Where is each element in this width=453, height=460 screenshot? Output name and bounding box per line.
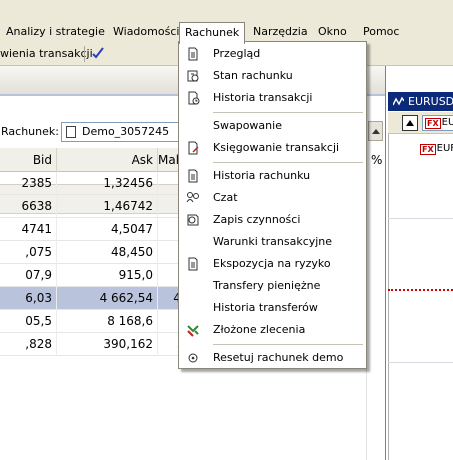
cell-ask: 4,5047 — [57, 218, 158, 241]
document-icon — [188, 257, 198, 271]
menu-separator — [213, 112, 363, 113]
collapse-button[interactable] — [368, 121, 383, 141]
menu-item-label: Księgowanie transakcji — [213, 141, 340, 154]
menu-item-label: Historia transakcji — [213, 91, 313, 104]
menu-rachunek[interactable]: Rachunek — [179, 22, 246, 44]
menu-narzedzia[interactable]: Narzędzia — [248, 22, 313, 42]
cell-bid: 2385 — [0, 172, 57, 195]
column-header-percent[interactable]: % — [371, 153, 382, 167]
checkmark-icon[interactable] — [91, 45, 105, 61]
menu-item-zlozone-zlecenia[interactable]: Złożone zlecenia — [179, 319, 366, 341]
chart-toolbar: FXEU — [388, 112, 453, 134]
menu-analizy[interactable]: Analizy i strategie — [1, 22, 110, 42]
menu-item-label: Ekspozycja na ryzyko — [213, 257, 331, 270]
account-status-icon — [187, 70, 199, 82]
menu-item-swapowanie[interactable]: Swapowanie — [179, 115, 366, 137]
menu-item-label: Transfery pieniężne — [213, 279, 321, 292]
account-select-value: Demo_3057245 — [82, 125, 170, 138]
chart-instrument-label: EUF — [436, 143, 453, 154]
account-label: Rachunek: — [1, 125, 59, 138]
document-icon — [188, 169, 198, 183]
menu-item-label: Złożone zlecenia — [213, 323, 306, 336]
reset-icon — [188, 353, 198, 363]
menu-separator — [213, 162, 363, 163]
chart-gridline — [388, 362, 453, 363]
menu-pomoc[interactable]: Pomoc — [358, 22, 404, 42]
menu-item-label: Zapis czynności — [213, 213, 301, 226]
menu-item-label: Stan rachunku — [213, 69, 293, 82]
chart-wave-icon — [393, 96, 404, 106]
menu-item-label: Przegląd — [213, 47, 261, 60]
toolbar-transaction-label[interactable]: wienia transakcji — [0, 47, 93, 60]
cell-bid: 07,9 — [0, 264, 57, 287]
chart-panel: EURUSD FXEU FXEUF — [388, 66, 453, 460]
cell-bid: 4741 — [0, 218, 57, 241]
menu-item-label: Swapowanie — [213, 119, 282, 132]
menu-item-label: Resetuj rachunek demo — [213, 351, 344, 364]
menu-item-historia-rachunku[interactable]: Historia rachunku — [179, 165, 366, 187]
chart-title-bar[interactable]: EURUSD — [388, 92, 453, 111]
menu-item-czat[interactable]: Czat — [179, 187, 366, 209]
panel-splitter[interactable] — [385, 66, 386, 460]
menu-item-resetuj-rachunek-demo[interactable]: Resetuj rachunek demo — [179, 347, 366, 369]
menu-item-stan-rachunku[interactable]: Stan rachunku — [179, 65, 366, 87]
chart-instrument-row[interactable]: FXEUF — [418, 142, 453, 156]
column-header-ask[interactable]: Ask — [57, 148, 158, 172]
account-select[interactable]: Demo_3057245 — [61, 122, 181, 142]
toolbar-separator — [84, 46, 85, 62]
cell-bid: 05,5 — [0, 310, 57, 333]
menu-item-zapis-czynnosci[interactable]: Zapis czynności — [179, 209, 366, 231]
menu-item-przeglad[interactable]: Przegląd — [179, 43, 366, 65]
menu-item-label: Warunki transakcyjne — [213, 235, 333, 248]
chat-icon — [186, 192, 199, 203]
menu-item-historia-transakcji[interactable]: Historia transakcji — [179, 87, 366, 109]
chart-area[interactable] — [388, 134, 453, 460]
menu-item-transfery-pieniezne[interactable]: Transfery pieniężne — [179, 275, 366, 297]
menu-item-label: Czat — [213, 191, 238, 204]
fx-icon: FX — [425, 118, 441, 129]
document-icon — [188, 47, 198, 61]
menu-wiadomosci[interactable]: Wiadomości — [108, 22, 184, 42]
document-edit-icon — [188, 141, 199, 155]
fx-icon: FX — [420, 144, 436, 155]
menu-item-warunki-transakcyjne[interactable]: Warunki transakcyjne — [179, 231, 366, 253]
chart-title: EURUSD — [408, 95, 453, 108]
menu-item-ksiegowanie-transakcji[interactable]: Księgowanie transakcji — [179, 137, 366, 159]
instrument-select-value: EU — [441, 117, 453, 128]
chart-price-line — [388, 289, 453, 291]
menu-item-label: Historia rachunku — [213, 169, 311, 182]
cell-ask: 48,450 — [57, 241, 158, 264]
cell-bid: ,828 — [0, 333, 57, 356]
activity-log-icon — [187, 214, 199, 226]
menu-okno[interactable]: Okno — [313, 22, 352, 42]
cell-ask: 8 168,6 — [57, 310, 158, 333]
cell-bid: 6638 — [0, 195, 57, 218]
cell-ask: 4 662,54 — [57, 287, 158, 310]
cell-bid: ,075 — [0, 241, 57, 264]
cell-ask: 1,46742 — [57, 195, 158, 218]
rachunek-dropdown-menu: Przegląd Stan rachunku Historia transakc… — [178, 41, 367, 369]
scroll-up-button[interactable] — [402, 115, 418, 131]
menu-bar: Analizy i strategie Wiadomości Rachunek … — [0, 0, 453, 44]
instrument-select[interactable]: FXEU — [422, 115, 453, 131]
document-icon — [66, 126, 76, 138]
document-history-icon — [188, 91, 200, 105]
percent-column: % — [366, 148, 386, 460]
column-header-bid[interactable]: Bid — [0, 148, 57, 172]
menu-item-ekspozycja-na-ryzyko[interactable]: Ekspozycja na ryzyko — [179, 253, 366, 275]
cell-ask: 915,0 — [57, 264, 158, 287]
cell-ask: 390,162 — [57, 333, 158, 356]
menu-separator — [213, 344, 363, 345]
menu-item-label: Historia transferów — [213, 301, 318, 314]
cell-bid: 6,03 — [0, 287, 57, 310]
chart-gridline — [388, 218, 453, 219]
menu-item-historia-transferow[interactable]: Historia transferów — [179, 297, 366, 319]
composite-orders-icon — [187, 325, 199, 337]
cell-ask: 1,32456 — [57, 172, 158, 195]
